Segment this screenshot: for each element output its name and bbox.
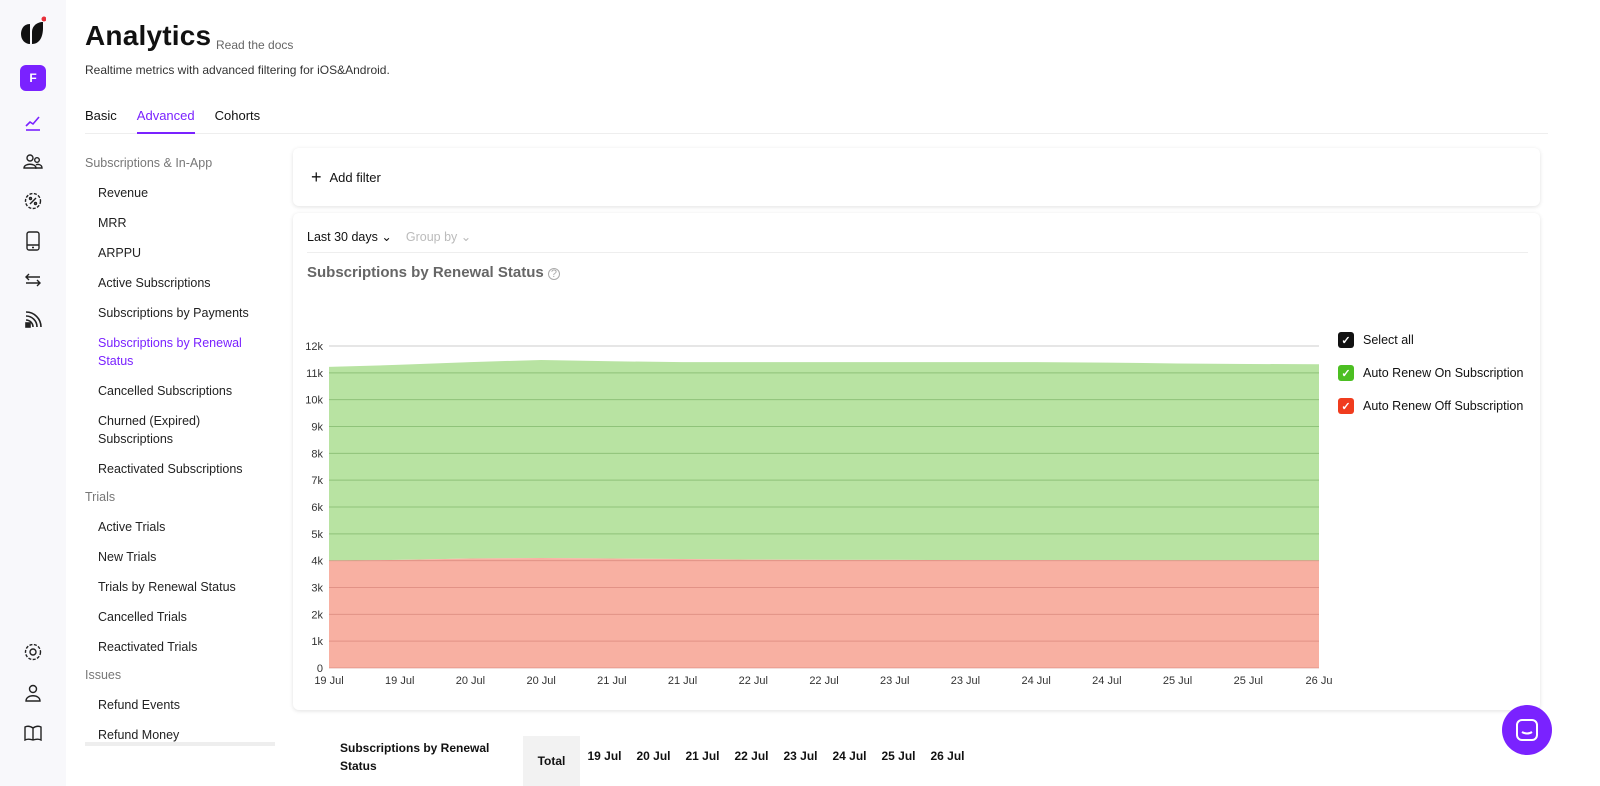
tab-cohorts[interactable]: Cohorts (215, 108, 261, 134)
nav-item[interactable]: Refund Events (98, 696, 275, 714)
tab-advanced[interactable]: Advanced (136, 108, 195, 134)
x-tick-label: 20 Jul (526, 675, 555, 687)
legend-label: Auto Renew On Subscription (1363, 366, 1524, 380)
nav-item[interactable]: New Trials (98, 548, 275, 566)
x-tick-label: 23 Jul (951, 675, 980, 687)
date-column-header[interactable]: 20 Jul (629, 736, 678, 776)
legend-label: Select all (1363, 333, 1414, 347)
chat-button[interactable] (1502, 705, 1552, 755)
nav-section-title: Trials (85, 490, 116, 504)
users-icon[interactable] (21, 149, 45, 173)
x-tick-label: 19 Jul (385, 675, 414, 687)
icon-rail: F (0, 0, 66, 786)
x-tick-label: 23 Jul (880, 675, 909, 687)
area-auto-renew-off (329, 557, 1319, 668)
checkbox-icon: ✓ (1338, 365, 1354, 381)
area-auto-renew-on (329, 359, 1319, 561)
y-tick-label: 3k (311, 583, 323, 595)
x-tick-label: 25 Jul (1163, 675, 1192, 687)
nav-item[interactable]: Cancelled Trials (98, 608, 275, 626)
workspace-avatar[interactable]: F (20, 65, 46, 91)
checkbox-icon: ✓ (1338, 332, 1354, 348)
nav-item[interactable]: Active Subscriptions (98, 274, 275, 292)
legend-label: Auto Renew Off Subscription (1363, 399, 1524, 413)
analytics-icon[interactable] (21, 111, 45, 135)
page-subtitle: Realtime metrics with advanced filtering… (85, 63, 390, 77)
x-tick-label: 22 Jul (739, 675, 768, 687)
app-logo[interactable] (20, 16, 46, 46)
add-filter-button[interactable]: + Add filter (293, 148, 1540, 206)
nav-item[interactable]: Cancelled Subscriptions (98, 382, 275, 400)
date-column-header[interactable]: 19 Jul (580, 736, 629, 776)
nav-item[interactable]: Active Trials (98, 518, 275, 536)
plus-icon: + (311, 167, 322, 187)
tab-basic[interactable]: Basic (85, 108, 117, 134)
x-tick-label: 24 Jul (1092, 675, 1121, 687)
y-tick-label: 9k (311, 422, 323, 434)
y-tick-label: 6k (311, 502, 323, 514)
tabs: Basic Advanced Cohorts (85, 108, 1548, 134)
date-column-header[interactable]: 22 Jul (727, 736, 776, 776)
nav-item[interactable]: Subscriptions by Renewal Status (98, 334, 275, 370)
nav-item[interactable]: ARPPU (98, 244, 275, 262)
chat-icon (1516, 719, 1538, 741)
device-icon[interactable] (21, 229, 45, 253)
nav-section-title: Subscriptions & In-App (85, 156, 213, 170)
nav-item[interactable]: Churned (Expired) Subscriptions (98, 412, 275, 448)
y-tick-label: 5k (311, 529, 323, 541)
table-title: Subscriptions by Renewal Status (340, 741, 490, 773)
x-tick-label: 25 Jul (1234, 675, 1263, 687)
read-docs-link[interactable]: Read the docs (216, 38, 293, 52)
promo-icon[interactable] (21, 189, 45, 213)
nav-item[interactable]: Reactivated Trials (98, 638, 275, 656)
x-tick-label: 22 Jul (809, 675, 838, 687)
profile-icon[interactable] (21, 681, 45, 705)
chart-card: Last 30 days ⌄ Group by ⌄ Subscriptions … (293, 213, 1540, 710)
settings-icon[interactable] (21, 640, 45, 664)
checkbox-icon: ✓ (1338, 398, 1354, 414)
nav-section-title: Issues (85, 668, 122, 682)
y-tick-label: 4k (311, 556, 323, 568)
y-tick-label: 1k (311, 636, 323, 648)
area-chart: 0 1k 2k 3k 4k 5k 6k 7k 8k 9k 10k 11k 12k 19 Jul 19 Jul… (305, 341, 1333, 687)
y-tick-label: 2k (311, 609, 323, 621)
date-column-header[interactable]: 21 Jul (678, 736, 727, 776)
data-table-header: Subscriptions by Renewal Status Total 19… (340, 736, 972, 786)
date-column-header[interactable]: 25 Jul (874, 736, 923, 776)
x-tick-label: 24 Jul (1021, 675, 1050, 687)
transfer-icon[interactable] (21, 268, 45, 292)
docs-book-icon[interactable] (21, 721, 45, 745)
nav-item[interactable]: MRR (98, 214, 275, 232)
y-tick-label: 7k (311, 475, 323, 487)
date-column-header[interactable]: 24 Jul (825, 736, 874, 776)
add-filter-label: Add filter (329, 169, 381, 185)
x-tick-label: 20 Jul (456, 675, 485, 687)
total-column-header[interactable]: Total (523, 736, 580, 786)
legend: ✓ Select all ✓ Auto Renew On Subscription … (1338, 332, 1524, 431)
x-tick-label: 19 Jul (314, 675, 343, 687)
date-column-header[interactable]: 23 Jul (776, 736, 825, 776)
legend-select-all[interactable]: ✓ Select all (1338, 332, 1524, 348)
y-tick-label: 10k (305, 395, 323, 407)
y-tick-label: 11k (306, 368, 323, 380)
x-tick-label: 26 Ju (1306, 675, 1333, 687)
legend-auto-renew-off[interactable]: ✓ Auto Renew Off Subscription (1338, 398, 1524, 414)
y-tick-label: 8k (311, 448, 323, 460)
legend-auto-renew-on[interactable]: ✓ Auto Renew On Subscription (1338, 365, 1524, 381)
x-tick-label: 21 Jul (668, 675, 697, 687)
y-tick-label: 0 (317, 663, 323, 675)
y-tick-label: 12k (305, 341, 323, 353)
feed-icon[interactable] (21, 308, 45, 332)
nav-item[interactable]: Revenue (98, 184, 275, 202)
nav-item[interactable]: Subscriptions by Payments (98, 304, 275, 322)
date-column-header[interactable]: 26 Jul (923, 736, 972, 776)
page-title: Analytics (85, 20, 212, 51)
x-tick-label: 21 Jul (597, 675, 626, 687)
nav-item[interactable]: Reactivated Subscriptions (98, 460, 275, 478)
nav-item[interactable]: Refund Money (98, 726, 275, 742)
metrics-nav: Subscriptions & In-App Revenue MRR ARPPU Act… (85, 156, 275, 746)
nav-item[interactable]: Trials by Renewal Status (98, 578, 275, 596)
